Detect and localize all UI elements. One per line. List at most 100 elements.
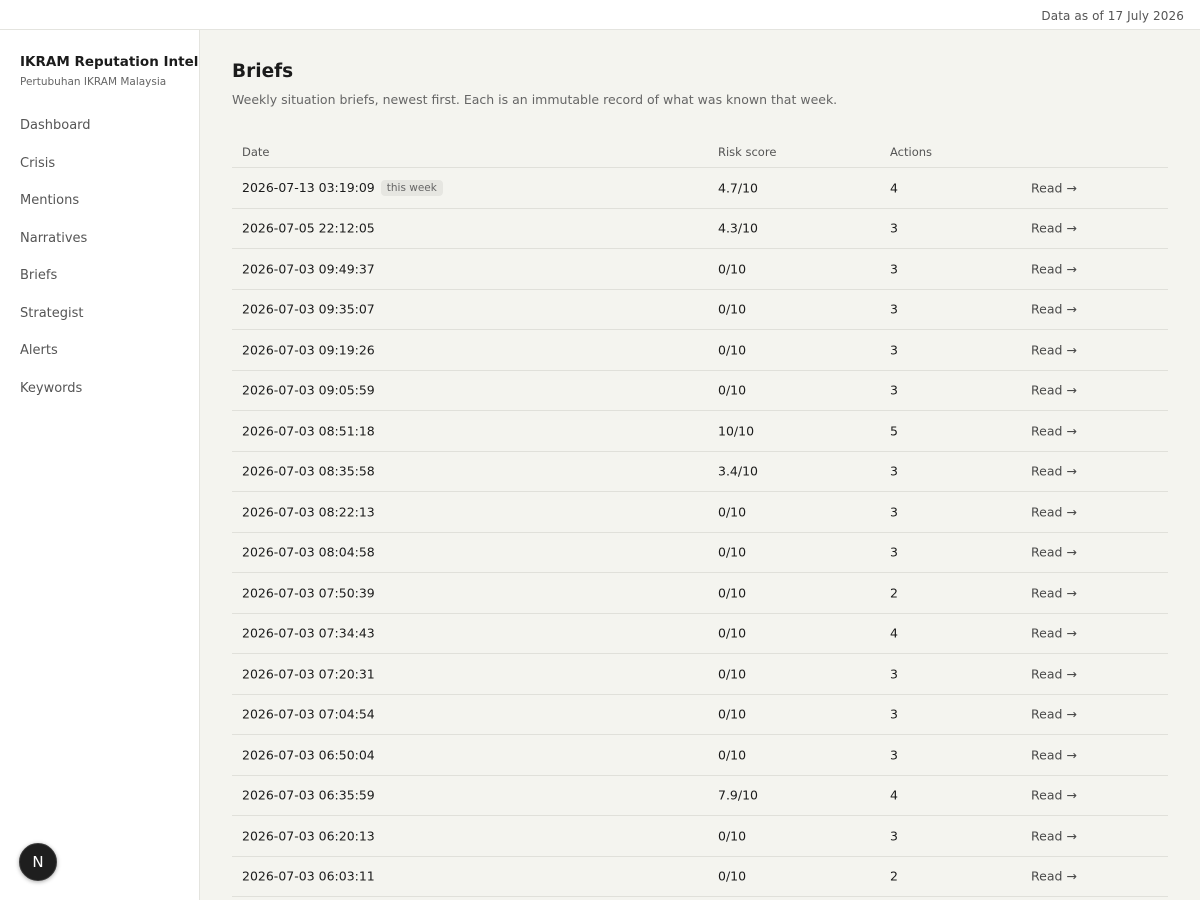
- table-body: 2026-07-13 03:19:09 this week 4.7/10 4 Read …: [232, 168, 1168, 897]
- risk-score-cell: 0/10: [718, 585, 747, 601]
- brief-date: 2026-07-03 09:19:26: [242, 342, 375, 358]
- table-row: 2026-07-03 09:19:26 0/10 3 Read →: [232, 330, 1168, 371]
- read-brief-link[interactable]: Read →: [1031, 464, 1077, 479]
- brief-date: 2026-07-03 07:04:54: [242, 706, 375, 722]
- brief-date: 2026-07-03 08:22:13: [242, 504, 375, 520]
- brief-date: 2026-07-03 06:50:04: [242, 747, 375, 763]
- actions-count-cell: 2: [890, 585, 898, 601]
- table-row: 2026-07-03 06:35:59 7.9/10 4 Read →: [232, 776, 1168, 816]
- brief-date-cell: 2026-07-03 07:34:43: [242, 626, 375, 641]
- sidebar-item-keywords[interactable]: Keywords: [20, 381, 91, 419]
- table-row: 2026-07-03 09:35:07 0/10 3 Read →: [232, 290, 1168, 330]
- read-brief-link[interactable]: Read →: [1031, 423, 1077, 438]
- top-bar: Data as of 17 July 2026: [0, 0, 1200, 30]
- sidebar-nav: Dashboard Crisis Mentions Narratives Bri…: [20, 118, 91, 418]
- actions-count-cell: 3: [890, 342, 898, 358]
- sidebar-item-alerts[interactable]: Alerts: [20, 343, 91, 381]
- table-row: 2026-07-05 22:12:05 4.3/10 3 Read →: [232, 209, 1168, 249]
- sidebar: IKRAM Reputation Intel Pertubuhan IKRAM …: [0, 30, 200, 900]
- brief-date: 2026-07-03 07:50:39: [242, 585, 375, 601]
- read-brief-link[interactable]: Read →: [1031, 504, 1077, 519]
- this-week-badge: this week: [380, 179, 443, 196]
- read-brief-link[interactable]: Read →: [1031, 302, 1077, 317]
- risk-score-cell: 0/10: [718, 868, 747, 884]
- read-brief-link[interactable]: Read →: [1031, 747, 1077, 762]
- read-brief-link[interactable]: Read →: [1031, 869, 1077, 884]
- sidebar-item-briefs[interactable]: Briefs: [20, 268, 91, 306]
- brief-date: 2026-07-03 06:03:11: [242, 868, 375, 884]
- actions-count-cell: 5: [890, 423, 898, 439]
- brief-date: 2026-07-03 09:49:37: [242, 261, 375, 277]
- risk-score-cell: 7.9/10: [718, 787, 758, 803]
- brief-date: 2026-07-03 09:35:07: [242, 301, 375, 317]
- read-brief-link[interactable]: Read →: [1031, 221, 1077, 236]
- sidebar-item-strategist[interactable]: Strategist: [20, 306, 91, 344]
- read-brief-link[interactable]: Read →: [1031, 545, 1077, 560]
- risk-score-cell: 4.3/10: [718, 220, 758, 236]
- actions-count-cell: 4: [890, 787, 898, 803]
- nextjs-dev-badge[interactable]: N: [19, 843, 57, 881]
- table-row: 2026-07-03 07:34:43 0/10 4 Read →: [232, 614, 1168, 654]
- brief-date-cell: 2026-07-03 09:05:59: [242, 383, 375, 398]
- brief-date-cell: 2026-07-03 07:04:54: [242, 707, 375, 722]
- table-row: 2026-07-03 08:04:58 0/10 3 Read →: [232, 533, 1168, 573]
- brief-date-cell: 2026-07-03 08:04:58: [242, 545, 375, 560]
- read-brief-link[interactable]: Read →: [1031, 261, 1077, 276]
- actions-count-cell: 3: [890, 301, 898, 317]
- brief-date: 2026-07-03 07:34:43: [242, 625, 375, 641]
- actions-count-cell: 3: [890, 382, 898, 398]
- brief-date-cell: 2026-07-03 06:20:13: [242, 828, 375, 843]
- brief-date-cell: 2026-07-03 07:50:39: [242, 585, 375, 600]
- brief-date-cell: 2026-07-03 08:51:18: [242, 423, 375, 438]
- sidebar-item-dashboard[interactable]: Dashboard: [20, 118, 91, 156]
- risk-score-cell: 0/10: [718, 666, 747, 682]
- brief-date: 2026-07-03 08:04:58: [242, 544, 375, 560]
- read-brief-link[interactable]: Read →: [1031, 342, 1077, 357]
- column-header-date: Date: [242, 144, 270, 159]
- table-row: 2026-07-03 07:04:54 0/10 3 Read →: [232, 695, 1168, 735]
- brief-date: 2026-07-03 08:35:58: [242, 463, 375, 479]
- actions-count-cell: 3: [890, 504, 898, 520]
- risk-score-cell: 3.4/10: [718, 463, 758, 479]
- table-row: 2026-07-03 08:35:58 3.4/10 3 Read →: [232, 452, 1168, 492]
- brief-date: 2026-07-03 06:35:59: [242, 787, 375, 803]
- brief-date-cell: 2026-07-05 22:12:05: [242, 221, 375, 236]
- sidebar-item-crisis[interactable]: Crisis: [20, 156, 91, 194]
- brief-date: 2026-07-13 03:19:09: [242, 179, 375, 195]
- briefs-table: Date Risk score Actions 2026-07-13 03:19…: [232, 136, 1168, 897]
- read-brief-link[interactable]: Read →: [1031, 707, 1077, 722]
- actions-count-cell: 3: [890, 261, 898, 277]
- nextjs-logo-icon: N: [32, 853, 44, 871]
- table-header: Date Risk score Actions: [232, 136, 1168, 168]
- risk-score-cell: 0/10: [718, 342, 747, 358]
- risk-score-cell: 0/10: [718, 504, 747, 520]
- actions-count-cell: 3: [890, 706, 898, 722]
- read-brief-link[interactable]: Read →: [1031, 626, 1077, 641]
- table-row: 2026-07-03 09:49:37 0/10 3 Read →: [232, 249, 1168, 290]
- brief-date-cell: 2026-07-03 08:22:13: [242, 504, 375, 519]
- table-row: 2026-07-03 06:03:11 0/10 2 Read →: [232, 857, 1168, 897]
- read-brief-link[interactable]: Read →: [1031, 585, 1077, 600]
- page-description: Weekly situation briefs, newest first. E…: [232, 92, 838, 107]
- column-header-actions: Actions: [890, 144, 933, 159]
- table-row: 2026-07-03 06:50:04 0/10 3 Read →: [232, 735, 1168, 776]
- read-brief-link[interactable]: Read →: [1031, 828, 1077, 843]
- table-row: 2026-07-03 07:20:31 0/10 3 Read →: [232, 654, 1168, 695]
- read-brief-link[interactable]: Read →: [1031, 383, 1077, 398]
- app-title: IKRAM Reputation Intel: [20, 54, 199, 70]
- risk-score-cell: 0/10: [718, 828, 747, 844]
- data-as-of-label: Data as of 17 July 2026: [1041, 9, 1184, 23]
- sidebar-item-narratives[interactable]: Narratives: [20, 231, 91, 269]
- read-brief-link[interactable]: Read →: [1031, 180, 1077, 195]
- read-brief-link[interactable]: Read →: [1031, 666, 1077, 681]
- brief-date: 2026-07-05 22:12:05: [242, 220, 375, 236]
- brief-date: 2026-07-03 06:20:13: [242, 828, 375, 844]
- read-brief-link[interactable]: Read →: [1031, 788, 1077, 803]
- brief-date-cell: 2026-07-03 09:49:37: [242, 261, 375, 276]
- sidebar-item-mentions[interactable]: Mentions: [20, 193, 91, 231]
- actions-count-cell: 3: [890, 220, 898, 236]
- risk-score-cell: 0/10: [718, 747, 747, 763]
- table-row: 2026-07-03 07:50:39 0/10 2 Read →: [232, 573, 1168, 614]
- actions-count-cell: 4: [890, 180, 898, 196]
- brief-date-cell: 2026-07-03 09:19:26: [242, 342, 375, 357]
